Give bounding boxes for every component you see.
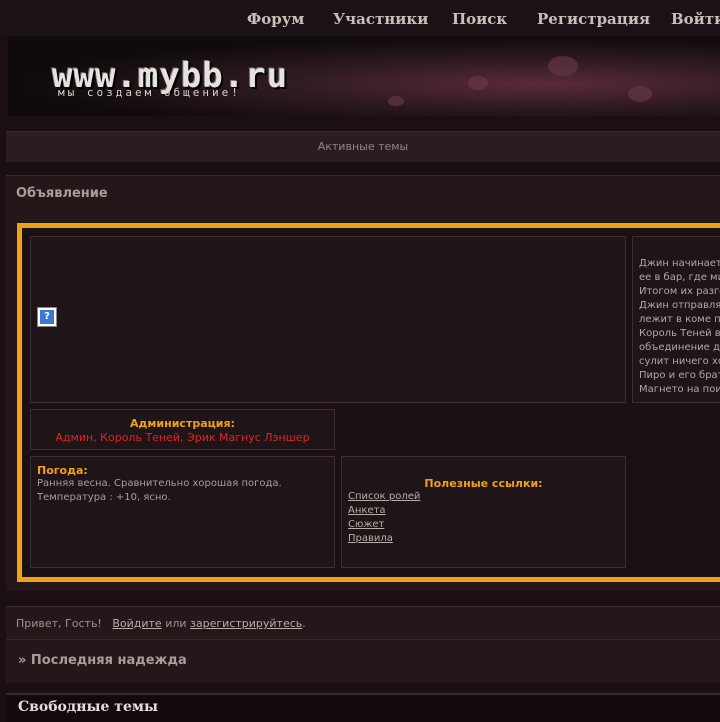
banner-decoration bbox=[548, 56, 578, 76]
active-topics-bar: Активные темы bbox=[6, 131, 720, 163]
nav-login[interactable]: Войти bbox=[671, 10, 720, 28]
nav-forum[interactable]: Форум bbox=[247, 10, 304, 28]
weather-line: Ранняя весна. Сравнительно хорошая погод… bbox=[37, 478, 282, 489]
guest-period: . bbox=[302, 617, 306, 630]
story-line: ее в бар, где ми bbox=[639, 272, 720, 283]
announcement-title: Объявление bbox=[16, 186, 108, 201]
banner-decoration bbox=[388, 96, 404, 106]
useful-links-title: Полезные ссылки: bbox=[424, 477, 543, 490]
guest-or: или bbox=[165, 617, 187, 630]
banner-decoration bbox=[468, 76, 488, 90]
banner-decoration bbox=[628, 86, 652, 102]
header-banner: www.mybb.ru мы создаем общение! bbox=[8, 36, 720, 116]
login-link[interactable]: Войдите bbox=[112, 617, 161, 630]
story-line: лежит в коме п bbox=[639, 314, 720, 325]
administration-title: Администрация: bbox=[130, 417, 235, 430]
story-line: Король Теней в bbox=[639, 328, 720, 339]
nav-register[interactable]: Регистрация bbox=[537, 10, 650, 28]
top-navigation: Форум Участники Поиск Регистрация Войти bbox=[0, 0, 720, 36]
nav-members[interactable]: Участники bbox=[333, 10, 428, 28]
link-rules[interactable]: Правила bbox=[348, 532, 619, 546]
link-role-list[interactable]: Список ролей bbox=[348, 490, 619, 504]
active-topics-link[interactable]: Активные темы bbox=[318, 140, 409, 153]
useful-links-cell: Полезные ссылки: Список ролей Анкета Сюж… bbox=[341, 456, 626, 568]
story-line: Пиро и его брат bbox=[639, 370, 720, 381]
weather-cell: Погода: Ранняя весна. Сравнительно хорош… bbox=[30, 456, 335, 568]
breadcrumb[interactable]: » Последняя надежда bbox=[18, 653, 187, 668]
section-title[interactable]: Свободные темы bbox=[18, 699, 158, 715]
administration-names[interactable]: Админ, Король Теней, Эрик Магнус Лэншер bbox=[31, 431, 334, 444]
story-line: сулит ничего хо bbox=[639, 356, 720, 367]
link-plot[interactable]: Сюжет bbox=[348, 518, 619, 532]
story-cell: Джин начинает ее в бар, где ми Итогом их… bbox=[632, 236, 720, 403]
story-line: Магнето на пои bbox=[639, 384, 720, 395]
story-line: объединение д bbox=[639, 342, 720, 353]
weather-line: Температура : +10, ясно. bbox=[37, 492, 171, 503]
image-cell: ? bbox=[30, 236, 626, 403]
story-line: Итогом их разго bbox=[639, 286, 720, 297]
divider bbox=[6, 639, 720, 640]
broken-image-icon: ? bbox=[37, 307, 57, 327]
guest-panel: Привет, Гость! Войдите или зарегистрируй… bbox=[6, 606, 720, 683]
story-line: Джин начинает bbox=[639, 258, 720, 269]
guest-greeting: Привет, Гость! bbox=[16, 617, 102, 630]
guest-welcome: Привет, Гость! Войдите или зарегистрируй… bbox=[16, 617, 306, 630]
weather-title: Погода: bbox=[37, 464, 88, 477]
story-text: Джин начинает ее в бар, где ми Итогом их… bbox=[639, 257, 720, 397]
section-header: Свободные темы bbox=[6, 693, 720, 722]
announcement-panel: Объявление ? Джин начинает ее в бар, где… bbox=[6, 175, 720, 591]
announcement-frame: ? Джин начинает ее в бар, где ми Итогом … bbox=[17, 223, 720, 582]
nav-search[interactable]: Поиск bbox=[452, 10, 507, 28]
administration-cell: Администрация: Админ, Король Теней, Эрик… bbox=[30, 409, 335, 450]
story-line: Джин отправля bbox=[639, 300, 720, 311]
link-application[interactable]: Анкета bbox=[348, 504, 619, 518]
register-link[interactable]: зарегистрируйтесь bbox=[190, 617, 302, 630]
site-slogan: мы создаем общение! bbox=[58, 86, 241, 99]
